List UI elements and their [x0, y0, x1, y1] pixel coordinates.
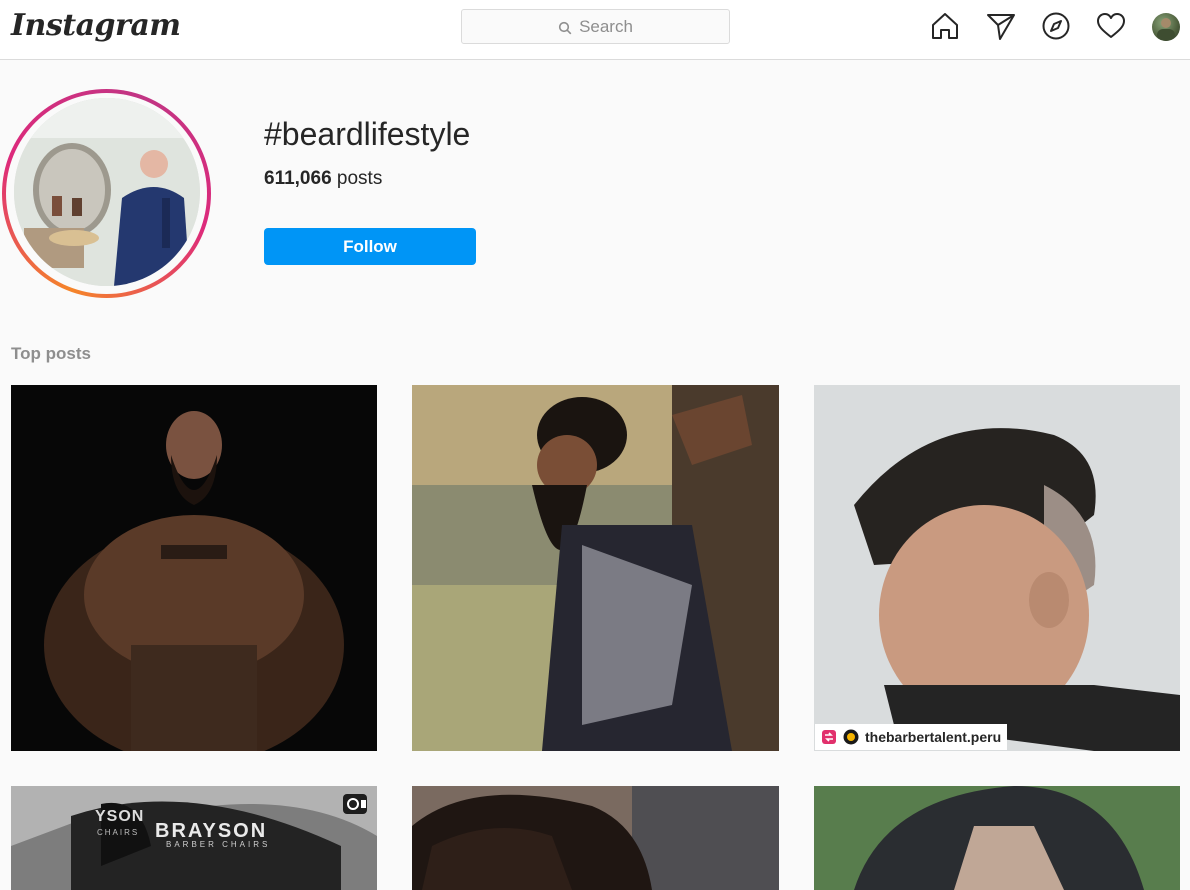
brayson-left-text: YSON	[95, 808, 145, 825]
direct-icon[interactable]	[986, 11, 1016, 41]
hashtag-avatar	[14, 98, 200, 286]
home-icon[interactable]	[930, 11, 960, 41]
tagged-user-name: thebarbertalent.peru	[865, 729, 1002, 745]
search-icon	[558, 20, 572, 34]
search-placeholder: Search	[579, 16, 633, 36]
activity-icon[interactable]	[1096, 11, 1126, 41]
explore-icon[interactable]	[1041, 11, 1071, 41]
post-tile[interactable]	[11, 385, 377, 751]
post-count: 611,066 posts	[264, 168, 382, 190]
post-count-label: posts	[336, 168, 383, 189]
post-tile[interactable]	[814, 786, 1180, 890]
tagged-user-avatar	[843, 729, 859, 745]
top-nav: Instagram Search	[0, 0, 1190, 60]
tagged-user-chip[interactable]: thebarbertalent.peru	[815, 724, 1008, 750]
profile-avatar[interactable]	[1152, 13, 1180, 41]
hashtag-title: #beardlifestyle	[264, 116, 471, 152]
post-tile[interactable]	[814, 385, 1180, 751]
post-tile[interactable]	[412, 786, 779, 890]
instagram-logo[interactable]: Instagram	[11, 8, 181, 43]
search-input[interactable]: Search	[461, 9, 730, 44]
follow-button[interactable]: Follow	[264, 228, 476, 265]
brayson-left-sub-text: CHAIRS	[97, 828, 140, 837]
repost-icon	[821, 729, 837, 745]
brayson-sub-text: BARBER CHAIRS	[166, 840, 271, 849]
hashtag-avatar-ring	[2, 89, 211, 298]
post-count-number: 611,066	[264, 168, 332, 189]
top-posts-heading: Top posts	[11, 344, 91, 363]
post-tile[interactable]	[412, 385, 779, 751]
